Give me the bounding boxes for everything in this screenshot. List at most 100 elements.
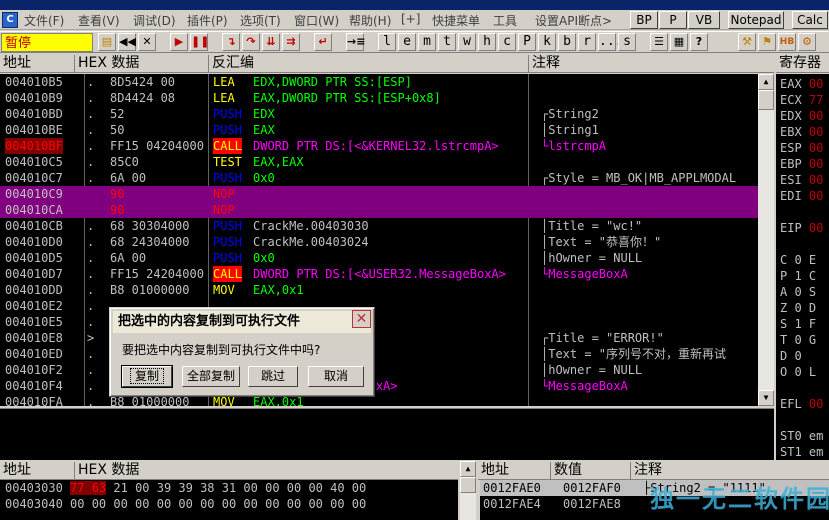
register-row[interactable]: ESP 00 xyxy=(780,140,823,156)
register-row[interactable]: Z 0 D xyxy=(780,300,816,316)
disasm-row[interactable]: 004010D7. FF15 24204000 CALL DWORD PTR DS:[… xyxy=(0,266,758,282)
close-icon[interactable]: ✕ xyxy=(138,33,156,51)
copy-all-button[interactable]: 全部复制 xyxy=(182,366,240,387)
skip-button[interactable]: 跳过 xyxy=(248,366,298,387)
register-row[interactable]: D 0 xyxy=(780,348,809,364)
disasm-row[interactable]: 004010BE. 50 PUSH EAX │String1 xyxy=(0,122,758,138)
disasm-row[interactable]: 004010CB. 68 30304000 PUSH CrackMe.00403030… xyxy=(0,218,758,234)
menu-file[interactable]: 文件(F) xyxy=(24,12,64,29)
notepad-button[interactable]: Notepad xyxy=(728,11,784,29)
executable-modules-button[interactable]: e xyxy=(398,33,416,51)
register-row[interactable]: C 0 E xyxy=(780,252,816,268)
dump-scroll-thumb[interactable] xyxy=(460,477,476,493)
dump-row[interactable]: 00403030 77 63 21 00 39 39 38 31 00 00 0… xyxy=(5,480,366,496)
threads-button[interactable]: t xyxy=(438,33,456,51)
pause-icon[interactable]: ❚❚ xyxy=(190,33,209,51)
open-icon[interactable]: ▤ xyxy=(98,33,116,51)
vb-button[interactable]: VB xyxy=(688,11,720,29)
cpu-button[interactable]: c xyxy=(498,33,516,51)
list-icon[interactable]: ☰ xyxy=(650,33,668,51)
disasm-row[interactable]: 004010B9. 8D4424 08 LEA EAX,DWORD PTR SS:[E… xyxy=(0,90,758,106)
trace-into-icon[interactable]: ⇊ xyxy=(262,33,280,51)
windows-button[interactable]: w xyxy=(458,33,476,51)
dialog-close-icon[interactable]: ✕ xyxy=(352,310,371,328)
disasm-row[interactable]: 004010D5. 6A 00 PUSH 0x0 │hOwner = NULL xyxy=(0,250,758,266)
register-row[interactable]: P 1 C xyxy=(780,268,816,284)
disassembly-scrollbar[interactable]: ▲ ▼ xyxy=(758,74,774,406)
hbp-icon[interactable]: HB xyxy=(778,33,796,51)
step-over-icon[interactable]: ↷ xyxy=(242,33,260,51)
scroll-down-icon[interactable]: ▼ xyxy=(758,390,774,406)
disasm-row[interactable]: 004010BD. 52 PUSH EDX ┌String2 xyxy=(0,106,758,122)
menu-api-breakpoint[interactable]: 设置API断点> xyxy=(535,12,612,29)
breakpoints-button[interactable]: b xyxy=(558,33,576,51)
menu-tools[interactable]: 工具 xyxy=(493,12,517,29)
register-row[interactable]: EFL 00 xyxy=(780,396,823,412)
disasm-row[interactable]: 004010BF. FF15 04204000 CALL DWORD PTR DS:[… xyxy=(0,138,758,154)
app-icon[interactable]: C xyxy=(2,12,18,28)
call-stack-button[interactable]: k xyxy=(538,33,556,51)
step-into-icon[interactable]: ↴ xyxy=(222,33,240,51)
dump-scrollbar[interactable]: ▲ xyxy=(460,461,476,520)
help-icon[interactable]: ? xyxy=(690,33,708,51)
bp-button[interactable]: BP xyxy=(630,11,658,29)
register-row[interactable]: EAX 00 xyxy=(780,76,823,92)
menu-window[interactable]: 窗口(W) xyxy=(294,12,339,29)
run-trace-button[interactable]: ... xyxy=(598,33,622,51)
menu-plugins[interactable]: 插件(P) xyxy=(187,12,228,29)
memory-map-button[interactable]: m xyxy=(418,33,436,51)
menu-options[interactable]: 选项(T) xyxy=(240,12,281,29)
dump-row[interactable]: 00403040 00 00 00 00 00 00 00 00 00 00 0… xyxy=(5,496,366,512)
copy-button[interactable]: 复制 xyxy=(121,365,173,388)
register-row[interactable]: T 0 G xyxy=(780,332,816,348)
disasm-row[interactable]: 004010C7. 6A 00 PUSH 0x0 ┌Style = MB_OK|MB_A… xyxy=(0,170,758,186)
register-row[interactable]: EIP 00 xyxy=(780,220,823,236)
register-row[interactable]: ST0 em xyxy=(780,428,823,444)
dump-pane[interactable]: 00403030 77 63 21 00 39 39 38 31 00 00 0… xyxy=(0,480,458,520)
patches-button[interactable]: P xyxy=(518,33,536,51)
disasm-row[interactable]: 004010D0. 68 24304000 PUSH CrackMe.00403024… xyxy=(0,234,758,250)
options-icon[interactable]: ▦ xyxy=(670,33,688,51)
trace-over-icon[interactable]: ⇉ xyxy=(282,33,300,51)
run-icon[interactable]: ▶ xyxy=(170,33,188,51)
p-button[interactable]: P xyxy=(659,11,687,29)
register-row[interactable]: EDI 00 xyxy=(780,188,823,204)
plugin-c-icon[interactable]: ⚙ xyxy=(798,33,816,51)
disasm-row[interactable]: 004010B5. 8D5424 00 LEA EDX,DWORD PTR SS:[E… xyxy=(0,74,758,90)
disasm-row[interactable]: 004010C9 90 NOP xyxy=(0,186,758,202)
calc-button[interactable]: Calc xyxy=(792,11,828,29)
register-value: 00 xyxy=(801,221,824,235)
register-row[interactable]: O 0 L xyxy=(780,364,816,380)
references-button[interactable]: r xyxy=(578,33,596,51)
menu-help[interactable]: 帮助(H) xyxy=(349,12,391,29)
register-row[interactable]: EBX 00 xyxy=(780,124,823,140)
source-button[interactable]: s xyxy=(618,33,636,51)
disasm-row[interactable]: 004010DD. B8 01000000 MOV EAX,0x1 xyxy=(0,282,758,298)
menu-shortcut[interactable]: 快捷菜单 xyxy=(432,12,480,29)
menu-debug[interactable]: 调试(D) xyxy=(133,12,176,29)
disasm-row[interactable]: 004010CA 90 NOP xyxy=(0,202,758,218)
goto-icon[interactable]: →≡ xyxy=(346,33,365,51)
dump-scroll-up-icon[interactable]: ▲ xyxy=(460,461,476,477)
menu-plus[interactable]: [+] xyxy=(401,12,420,26)
scroll-thumb[interactable] xyxy=(758,90,774,110)
register-row[interactable]: ST1 em xyxy=(780,444,823,460)
stack-address: 0012FAE0 xyxy=(483,481,541,495)
plugin-b-icon[interactable]: ⚑ xyxy=(758,33,776,51)
register-row[interactable]: S 1 F xyxy=(780,316,816,332)
register-row[interactable]: A 0 S xyxy=(780,284,816,300)
register-row[interactable]: ESI 00 xyxy=(780,172,823,188)
register-row[interactable]: ECX 77 xyxy=(780,92,823,108)
registers-pane[interactable]: EAX 00 ECX 77 EDX 00 EBX 00 ESP 00 EBP 00 ESI … xyxy=(776,74,829,460)
restart-icon[interactable]: ◀◀ xyxy=(118,33,136,51)
execute-till-return-icon[interactable]: ↵ xyxy=(314,33,332,51)
cancel-button[interactable]: 取消 xyxy=(308,366,364,387)
scroll-up-icon[interactable]: ▲ xyxy=(758,74,774,90)
register-row[interactable]: EDX 00 xyxy=(780,108,823,124)
disasm-row[interactable]: 004010C5. 85C0 TEST EAX,EAX xyxy=(0,154,758,170)
handles-button[interactable]: h xyxy=(478,33,496,51)
menu-view[interactable]: 查看(V) xyxy=(78,12,120,29)
plugin-a-icon[interactable]: ⚒ xyxy=(738,33,756,51)
register-row[interactable]: EBP 00 xyxy=(780,156,823,172)
log-window-button[interactable]: l xyxy=(378,33,396,51)
